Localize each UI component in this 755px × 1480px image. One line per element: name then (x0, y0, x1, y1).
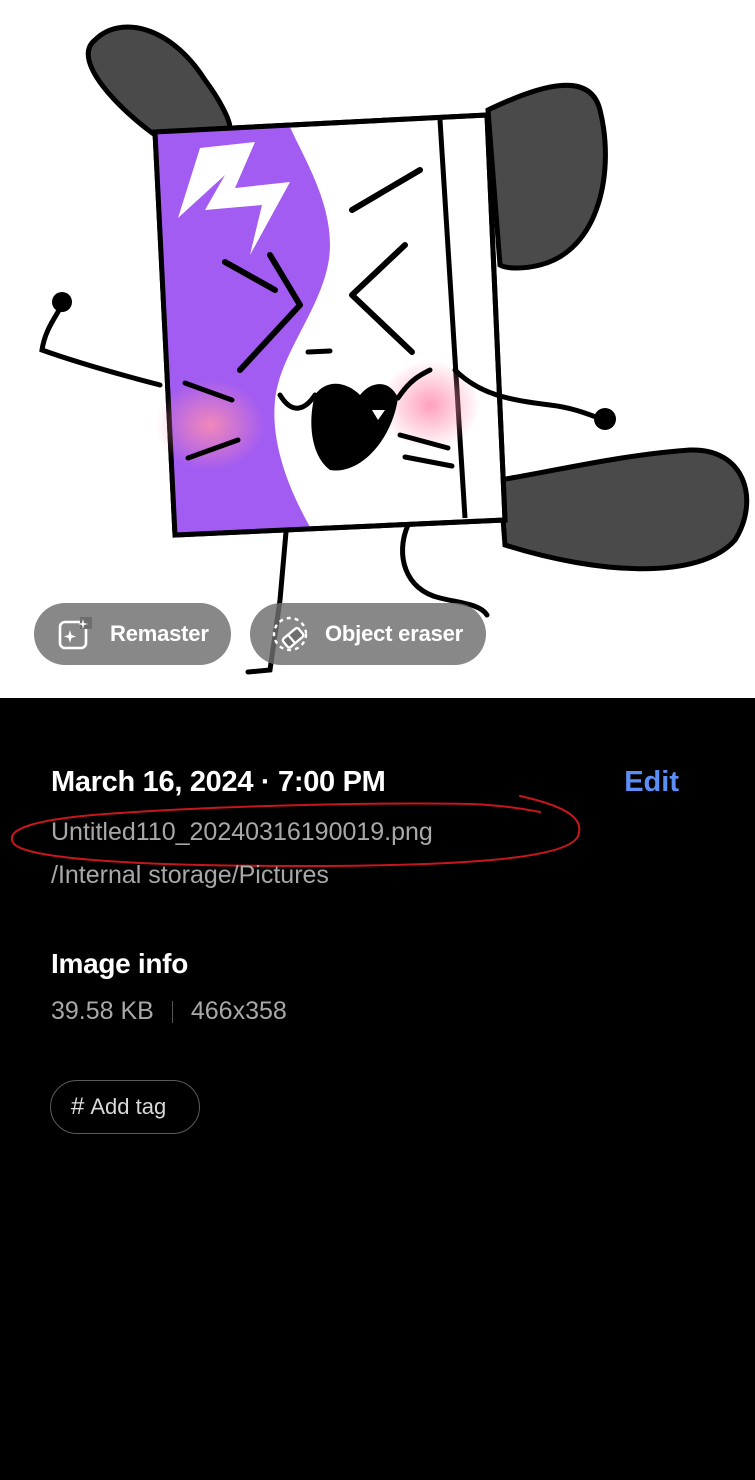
info-divider (171, 1000, 173, 1023)
details-panel: March 16, 2024 · 7:00 PM Edit Untitled11… (0, 698, 755, 1480)
file-name: Untitled110_20240316190019.png (51, 818, 433, 846)
image-info-row: 39.58 KB 466x358 (51, 997, 287, 1026)
hashtag-icon: # (71, 1093, 85, 1120)
image-info-title: Image info (51, 948, 189, 979)
object-eraser-label: Object eraser (325, 621, 464, 646)
add-tag-label: Add tag (90, 1094, 167, 1119)
file-size: 39.58 KB (51, 997, 154, 1025)
drawing-image (39, 24, 750, 675)
edit-button[interactable]: Edit (624, 766, 679, 799)
add-tag-button[interactable]: # Add tag (50, 1080, 200, 1134)
image-details-screen: Remaster Object eraser March 16, 2024 · … (0, 0, 755, 1480)
eraser-icon (270, 614, 310, 654)
image-resolution: 466x358 (190, 997, 287, 1025)
date-time: March 16, 2024 · 7:00 PM (51, 766, 386, 798)
image-preview[interactable]: Remaster Object eraser (0, 0, 755, 698)
file-path: /Internal storage/Pictures (51, 861, 329, 889)
remaster-label: Remaster (110, 621, 209, 646)
object-eraser-button[interactable]: Object eraser (250, 603, 486, 665)
remaster-button[interactable]: Remaster (34, 603, 231, 665)
sparkle-edit-icon (54, 614, 94, 654)
